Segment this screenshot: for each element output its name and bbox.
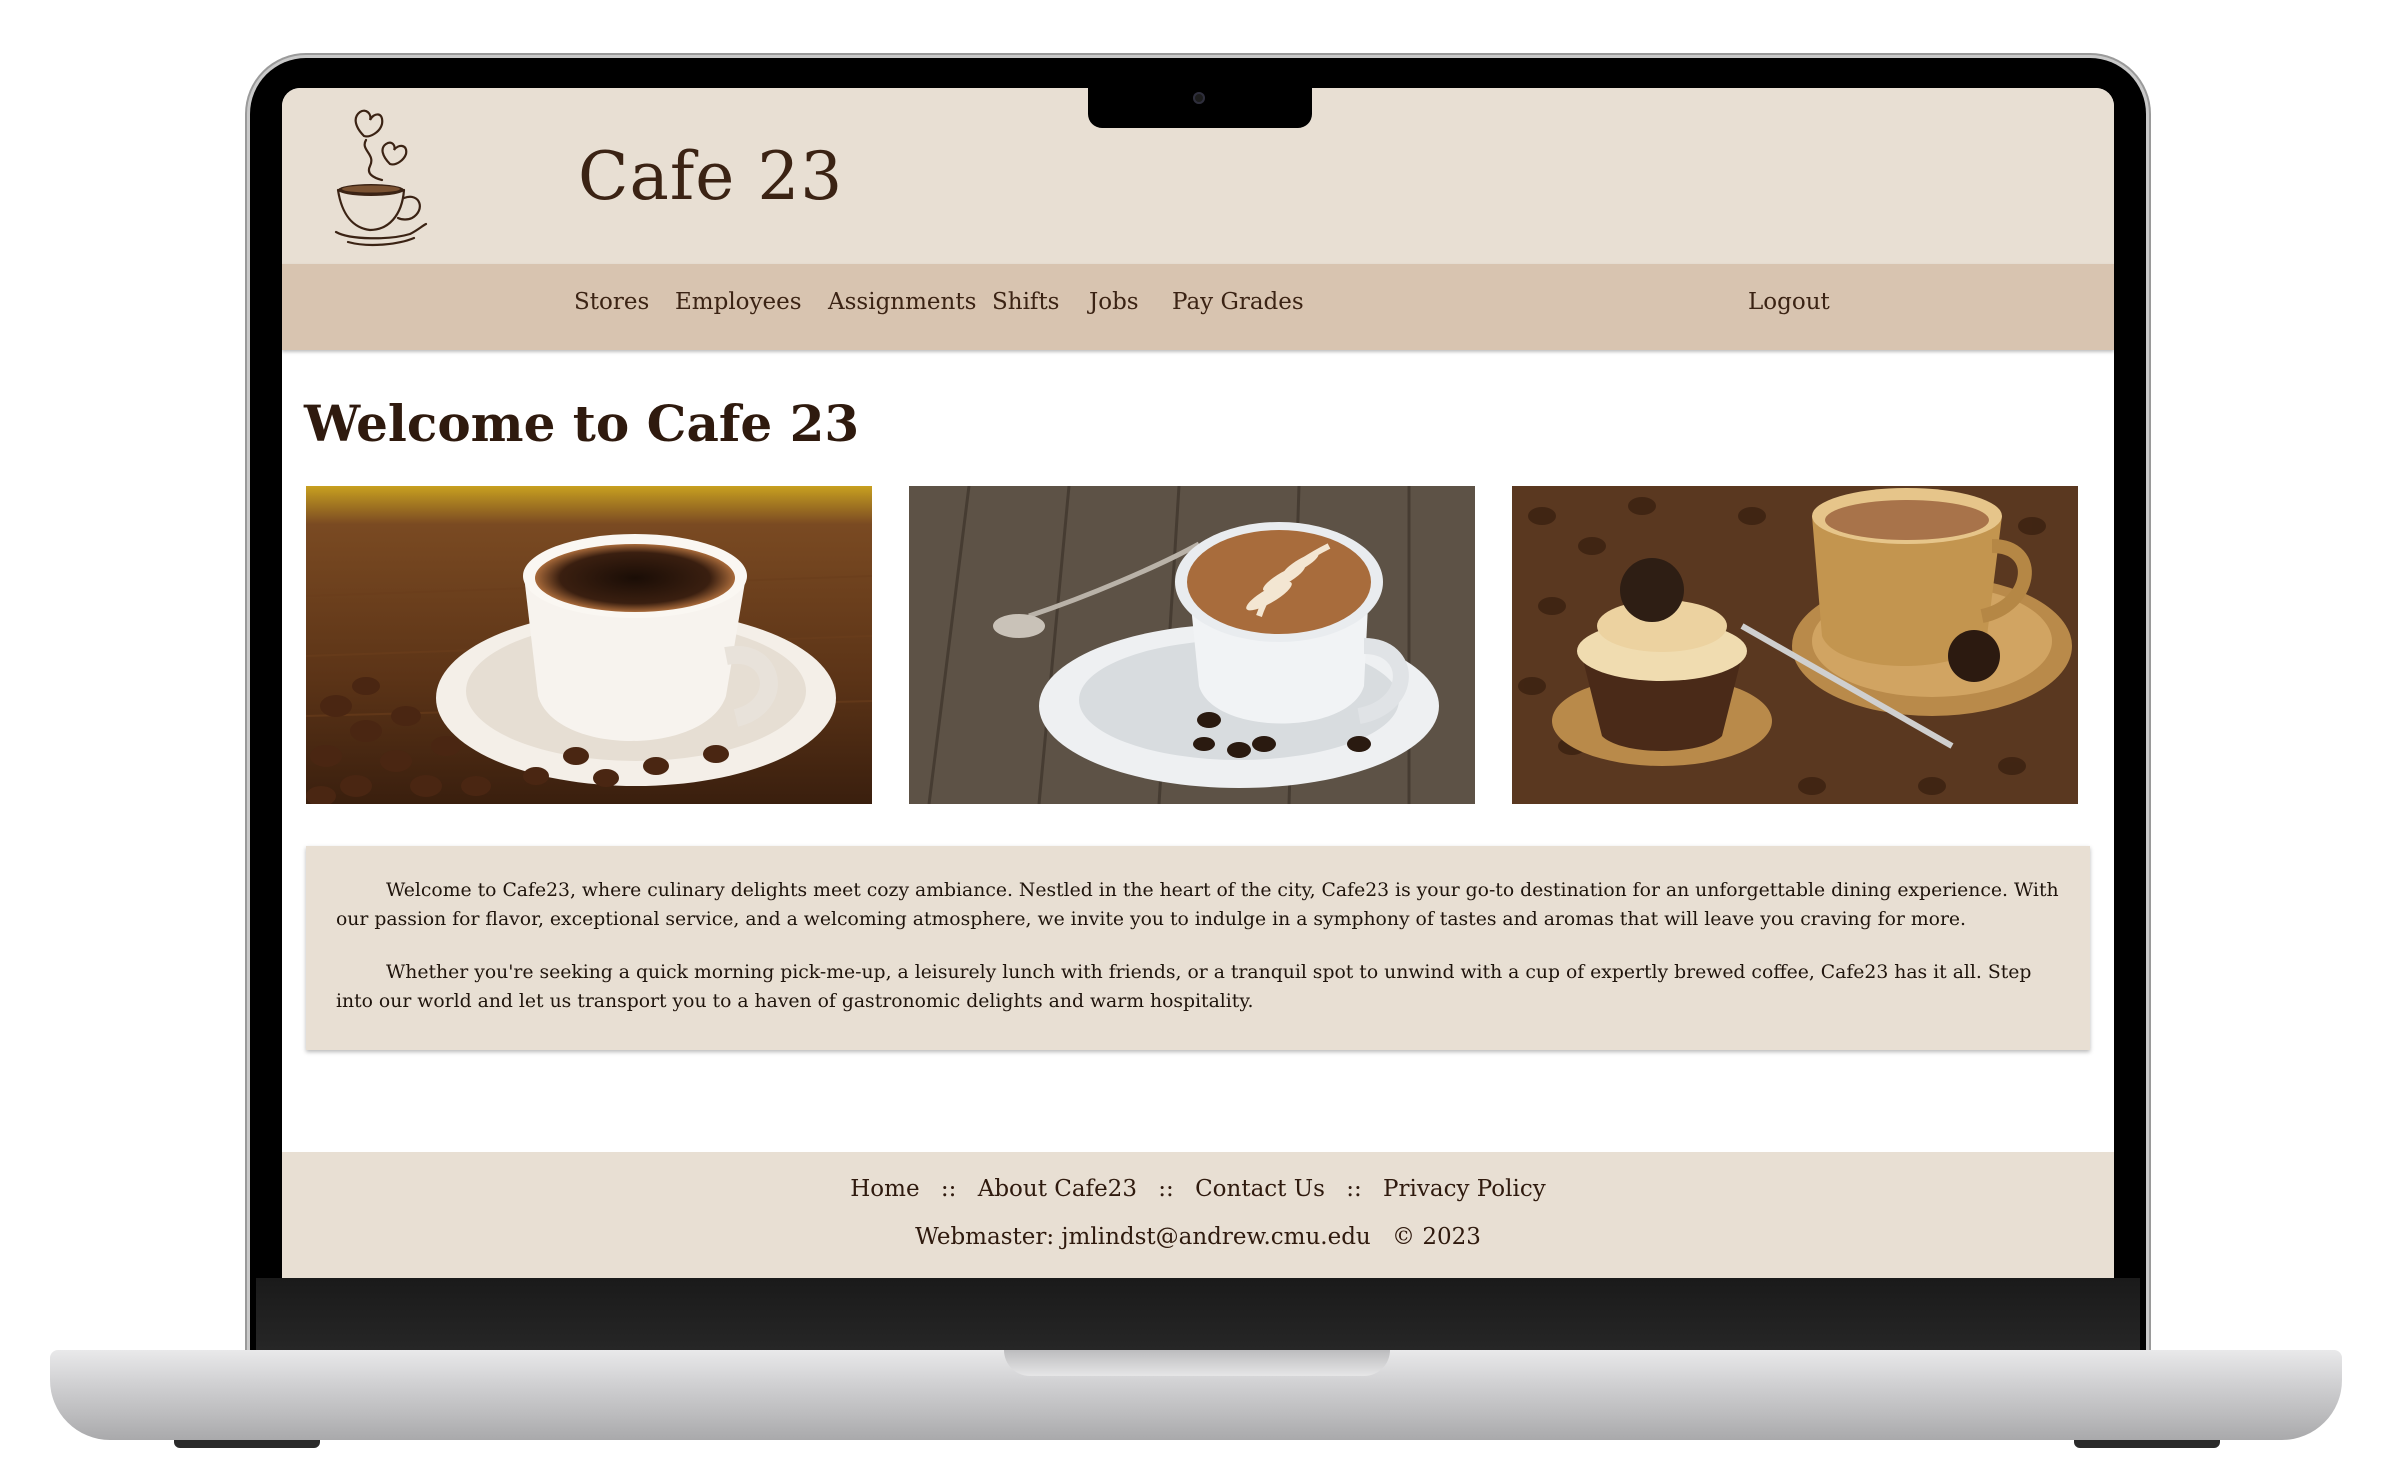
site-footer: Home :: About Cafe23 :: Contact Us :: Pr… [282, 1152, 2114, 1278]
nav-jobs[interactable]: Jobs [1089, 289, 1139, 315]
intro-box: Welcome to Cafe23, where culinary deligh… [306, 846, 2090, 1050]
laptop-chin [256, 1278, 2140, 1350]
webmaster-email: Webmaster: jmlindst@andrew.cmu.edu [915, 1224, 1371, 1250]
footer-links: Home :: About Cafe23 :: Contact Us :: Pr… [282, 1176, 2114, 1202]
copyright: © 2023 [1392, 1224, 1481, 1250]
footer-link-privacy[interactable]: Privacy Policy [1383, 1176, 1546, 1202]
footer-separator: :: [940, 1176, 957, 1202]
intro-paragraph-2: Whether you're seeking a quick morning p… [336, 962, 2032, 1012]
nav-shifts[interactable]: Shifts [992, 289, 1059, 315]
footer-link-about[interactable]: About Cafe23 [978, 1176, 1137, 1202]
footer-link-contact[interactable]: Contact Us [1195, 1176, 1325, 1202]
intro-paragraph-1: Welcome to Cafe23, where culinary deligh… [336, 880, 2059, 930]
laptop-opening-notch [1004, 1350, 1390, 1376]
site-title: Cafe 23 [578, 138, 844, 215]
photo-cupcake-coffee [1512, 486, 2078, 804]
coffee-cup-logo-icon [334, 109, 428, 247]
welcome-heading: Welcome to Cafe 23 [304, 394, 860, 453]
nav-employees[interactable]: Employees [675, 289, 802, 315]
photo-black-coffee [306, 486, 872, 804]
laptop-foot-right [2074, 1440, 2220, 1448]
footer-credit: Webmaster: jmlindst@andrew.cmu.edu © 202… [282, 1224, 2114, 1250]
nav-pay-grades[interactable]: Pay Grades [1172, 289, 1304, 315]
nav-assignments[interactable]: Assignments [828, 289, 976, 315]
footer-link-home[interactable]: Home [850, 1176, 919, 1202]
laptop-screen: Cafe 23 Stores Employees Assignments Shi… [282, 88, 2114, 1278]
laptop-foot-left [174, 1440, 320, 1448]
nav-stores[interactable]: Stores [574, 289, 649, 315]
footer-separator: :: [1158, 1176, 1174, 1202]
footer-separator: :: [1346, 1176, 1362, 1202]
camera-icon [1193, 92, 1205, 104]
nav-logout[interactable]: Logout [1748, 289, 1830, 315]
photo-latte-art [909, 486, 1475, 804]
main-nav: Stores Employees Assignments Shifts Jobs… [282, 264, 2114, 350]
